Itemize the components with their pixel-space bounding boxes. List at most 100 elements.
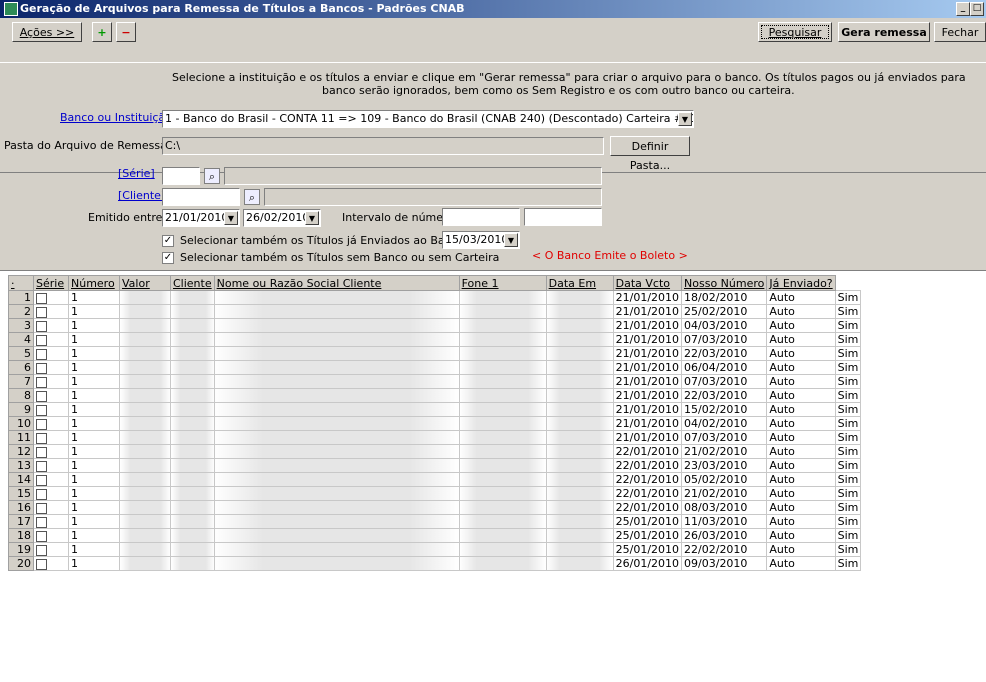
titles-grid[interactable]: · Série Número Valor Cliente Nome ou Razão So… <box>0 270 986 682</box>
intervalo-from-input[interactable] <box>442 208 520 226</box>
table-row[interactable]: 13 1 22/01/2010 23/03/2010 Auto Sim <box>8 458 862 473</box>
column-header[interactable]: · <box>8 275 34 291</box>
intervalo-to-input[interactable] <box>524 208 602 226</box>
table-row[interactable]: 10 1 21/01/2010 04/02/2010 Auto Sim <box>8 416 862 431</box>
cell-data-em: 25/01/2010 <box>612 514 683 529</box>
cell-serie: 1 <box>68 388 120 403</box>
chevron-down-icon[interactable]: ▼ <box>224 211 238 225</box>
cell-ja-enviado: Sim <box>834 388 862 403</box>
cliente-link[interactable]: [Cliente] <box>118 189 165 202</box>
column-header[interactable]: Série <box>33 275 69 291</box>
pasta-input[interactable]: C:\ <box>162 137 604 155</box>
date-to-picker[interactable]: 26/02/2010 ▼ <box>243 209 321 227</box>
row-checkbox[interactable] <box>36 530 47 542</box>
table-row[interactable]: 15 1 22/01/2010 21/02/2010 Auto Sim <box>8 486 862 501</box>
table-row[interactable]: 8 1 21/01/2010 22/03/2010 Auto Sim <box>8 388 862 403</box>
row-checkbox[interactable] <box>36 320 47 332</box>
row-checkbox[interactable] <box>36 544 47 556</box>
row-checkbox[interactable] <box>36 334 47 346</box>
cell-numero <box>119 304 171 319</box>
cell-cliente <box>213 500 460 515</box>
row-checkbox[interactable] <box>36 376 47 388</box>
acoes-button[interactable]: Ações >> <box>12 22 82 42</box>
column-header[interactable]: Data Em <box>545 275 614 291</box>
banco-link[interactable]: Banco ou Instituição <box>60 111 172 124</box>
chevron-down-icon[interactable]: ▼ <box>305 211 319 225</box>
row-checkbox[interactable] <box>36 558 47 570</box>
table-row[interactable]: 11 1 21/01/2010 07/03/2010 Auto Sim <box>8 430 862 445</box>
table-row[interactable]: 16 1 22/01/2010 08/03/2010 Auto Sim <box>8 500 862 515</box>
add-icon[interactable]: + <box>92 22 112 42</box>
column-header[interactable]: Data Vcto <box>612 275 683 291</box>
fechar-button[interactable]: Fechar <box>934 22 986 42</box>
row-checkbox[interactable] <box>36 404 47 416</box>
column-header[interactable]: Fone 1 <box>458 275 547 291</box>
enviados-date-picker[interactable]: 15/03/2010 ▼ <box>442 231 520 249</box>
row-checkbox[interactable] <box>36 502 47 514</box>
row-checkbox-cell <box>33 500 69 515</box>
table-row[interactable]: 4 1 21/01/2010 07/03/2010 Auto Sim <box>8 332 862 347</box>
search-icon[interactable]: ⌕ <box>244 189 260 205</box>
column-header[interactable]: Nome ou Razão Social Cliente <box>213 275 460 291</box>
enviados-checkbox[interactable]: ✓ <box>162 235 174 247</box>
maximize-icon[interactable]: □ <box>970 2 984 16</box>
banco-select[interactable]: 1 - Banco do Brasil - CONTA 11 => 109 - … <box>162 110 694 128</box>
search-icon[interactable]: ⌕ <box>204 168 220 184</box>
column-header[interactable]: Valor <box>119 275 171 291</box>
table-row[interactable]: 2 1 21/01/2010 25/02/2010 Auto Sim <box>8 304 862 319</box>
gera-remessa-button[interactable]: Gera remessa <box>838 22 930 42</box>
date-from-picker[interactable]: 21/01/2010 ▼ <box>162 209 240 227</box>
definir-pasta-button[interactable]: Definir Pasta... <box>610 136 690 172</box>
cell-cliente <box>213 290 460 305</box>
cell-nome <box>458 388 547 403</box>
minimize-icon[interactable]: _ <box>956 2 970 16</box>
table-row[interactable]: 7 1 21/01/2010 07/03/2010 Auto Sim <box>8 374 862 389</box>
row-checkbox[interactable] <box>36 432 47 444</box>
cell-data-em: 21/01/2010 <box>612 346 683 361</box>
cell-ja-enviado: Sim <box>834 346 862 361</box>
cell-data-vcto: 05/02/2010 <box>681 472 768 487</box>
cell-nome <box>458 360 547 375</box>
table-row[interactable]: 3 1 21/01/2010 04/03/2010 Auto Sim <box>8 318 862 333</box>
cell-data-em: 25/01/2010 <box>612 528 683 543</box>
table-row[interactable]: 17 1 25/01/2010 11/03/2010 Auto Sim <box>8 514 862 529</box>
pesquisar-button[interactable]: Pesquisar <box>758 22 832 42</box>
table-row[interactable]: 19 1 25/01/2010 22/02/2010 Auto Sim <box>8 542 862 557</box>
table-row[interactable]: 20 1 26/01/2010 09/03/2010 Auto Sim <box>8 556 862 571</box>
cell-fone <box>545 444 614 459</box>
chevron-down-icon[interactable]: ▼ <box>504 233 518 247</box>
table-row[interactable]: 9 1 21/01/2010 15/02/2010 Auto Sim <box>8 402 862 417</box>
row-checkbox[interactable] <box>36 306 47 318</box>
table-row[interactable]: 12 1 22/01/2010 21/02/2010 Auto Sim <box>8 444 862 459</box>
column-header[interactable]: Número <box>68 275 120 291</box>
row-checkbox[interactable] <box>36 390 47 402</box>
cell-data-em: 21/01/2010 <box>612 304 683 319</box>
row-checkbox[interactable] <box>36 418 47 430</box>
table-row[interactable]: 14 1 22/01/2010 05/02/2010 Auto Sim <box>8 472 862 487</box>
serie-input[interactable] <box>162 167 200 185</box>
row-checkbox[interactable] <box>36 292 47 304</box>
row-checkbox[interactable] <box>36 446 47 458</box>
serie-link[interactable]: [Série] <box>118 167 155 180</box>
row-checkbox[interactable] <box>36 348 47 360</box>
column-header[interactable]: Nosso Número <box>681 275 768 291</box>
row-checkbox-cell <box>33 304 69 319</box>
row-checkbox[interactable] <box>36 362 47 374</box>
cliente-input[interactable] <box>162 188 240 206</box>
cell-serie: 1 <box>68 360 120 375</box>
date-to-value: 26/02/2010 <box>246 211 310 224</box>
cell-nosso-numero: Auto <box>766 346 836 361</box>
remove-icon[interactable]: − <box>116 22 136 42</box>
column-header[interactable]: Cliente <box>170 275 215 291</box>
sem-banco-checkbox[interactable]: ✓ <box>162 252 174 264</box>
table-row[interactable]: 5 1 21/01/2010 22/03/2010 Auto Sim <box>8 346 862 361</box>
chevron-down-icon[interactable]: ▼ <box>678 112 692 126</box>
table-row[interactable]: 1 1 21/01/2010 18/02/2010 Auto Sim <box>8 290 862 305</box>
table-row[interactable]: 6 1 21/01/2010 06/04/2010 Auto Sim <box>8 360 862 375</box>
row-checkbox[interactable] <box>36 474 47 486</box>
row-checkbox[interactable] <box>36 460 47 472</box>
table-row[interactable]: 18 1 25/01/2010 26/03/2010 Auto Sim <box>8 528 862 543</box>
row-checkbox[interactable] <box>36 488 47 500</box>
row-checkbox[interactable] <box>36 516 47 528</box>
column-header[interactable]: Já Enviado? <box>766 275 836 291</box>
